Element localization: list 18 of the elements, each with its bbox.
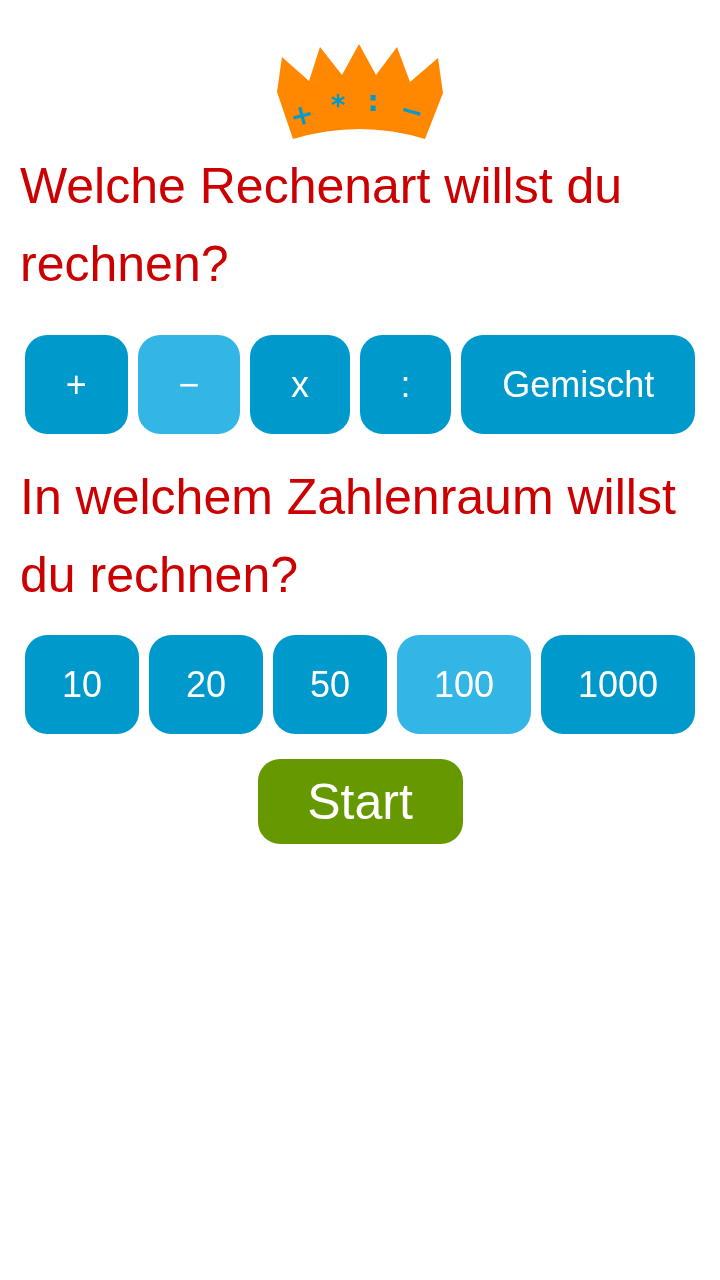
crown-icon — [277, 44, 443, 139]
number-range-button[interactable]: 50 — [272, 635, 387, 734]
math-symbol: − — [396, 92, 428, 130]
number-range-button[interactable]: 100 — [396, 635, 531, 734]
math-symbol: : — [367, 84, 379, 118]
operation-button[interactable]: + — [25, 335, 128, 434]
number-range-button[interactable]: 1000 — [540, 635, 695, 734]
operation-question: Welche Rechenart willst du rechnen? — [20, 157, 624, 294]
start-button[interactable]: Start — [257, 759, 463, 844]
math-symbol: * — [330, 88, 346, 122]
operation-button[interactable]: x — [250, 335, 350, 434]
number-range-button[interactable]: 10 — [25, 635, 139, 734]
math-symbol: + — [286, 96, 318, 134]
operation-button[interactable]: − — [137, 335, 241, 434]
number-range-question: In welchem Zahlenraum willst du rechnen? — [20, 468, 677, 605]
operation-button[interactable]: : — [359, 335, 452, 434]
operation-button[interactable]: Gemischt — [461, 335, 695, 434]
number-range-button[interactable]: 20 — [149, 635, 263, 734]
